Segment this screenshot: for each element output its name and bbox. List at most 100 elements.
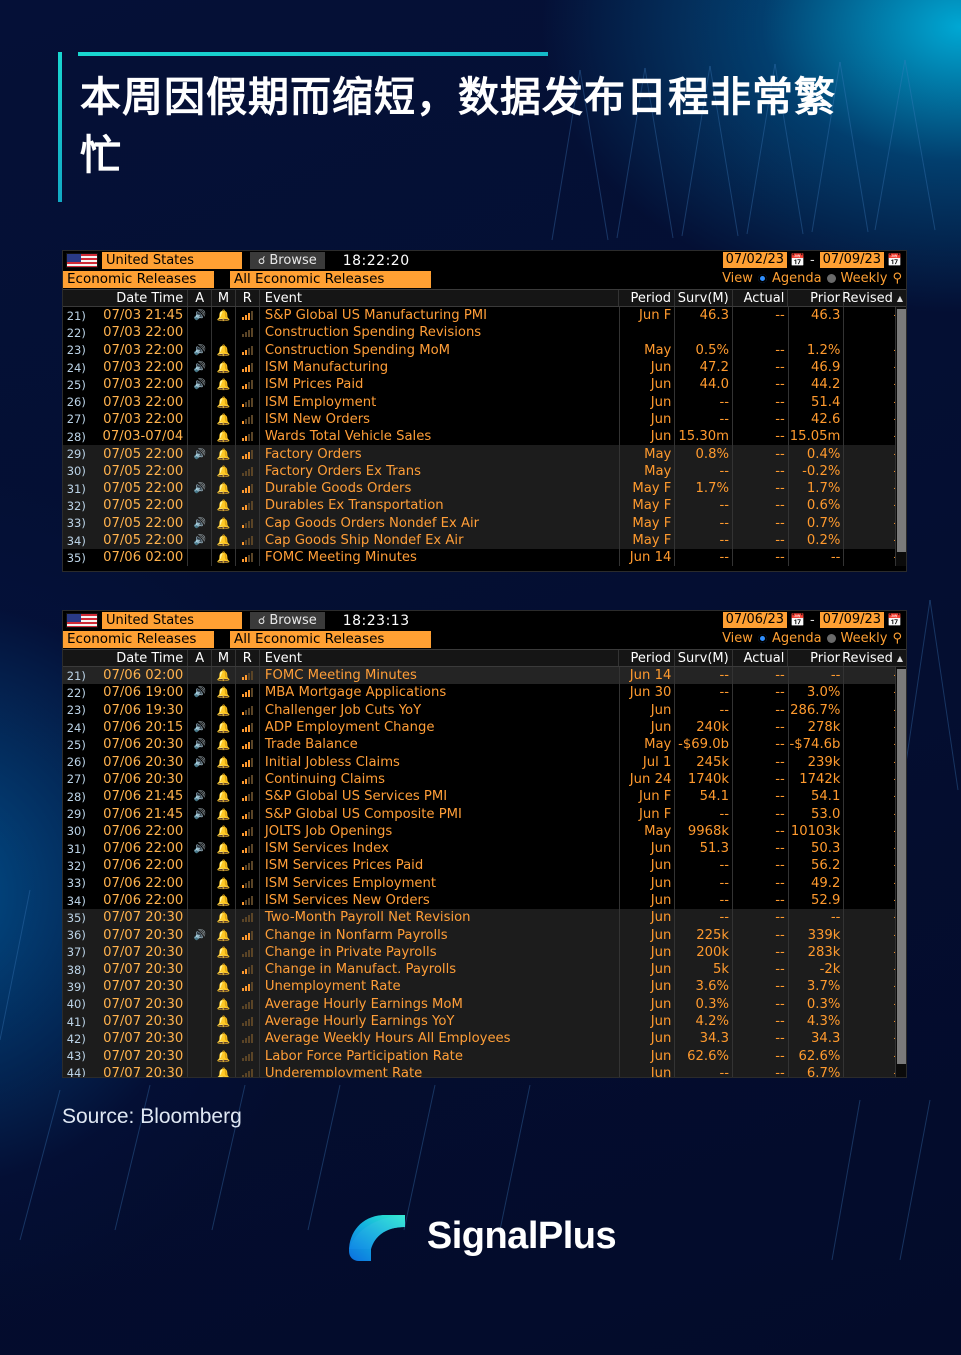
browse-button-2[interactable]: ☌ Browse <box>250 612 325 629</box>
col-header-prior-2[interactable]: Prior <box>788 650 844 666</box>
row-monitor-cell[interactable]: 🔔 <box>212 341 236 359</box>
date-to-field-2[interactable]: 07/09/23 <box>819 612 885 628</box>
row-alert-cell[interactable] <box>188 874 213 892</box>
table-row[interactable]: 28) 07/06 21:45 🔊 🔔 S&P Global US Services P… <box>63 788 906 806</box>
col-header-actual[interactable]: Actual <box>733 290 789 306</box>
bell-icon[interactable]: 🔔 <box>217 482 231 495</box>
row-event[interactable]: Average Hourly Earnings MoM <box>260 995 620 1013</box>
releases-type-select-2[interactable]: Economic Releases ▼ <box>63 631 226 650</box>
row-alert-cell[interactable]: 🔊 <box>188 479 213 498</box>
date-from-field[interactable]: 07/02/23 <box>722 252 787 268</box>
row-event[interactable]: Trade Balance <box>260 736 620 754</box>
speaker-icon[interactable]: 🔊 <box>193 809 205 820</box>
row-alert-cell[interactable]: 🔊 <box>188 376 213 394</box>
row-event[interactable]: MBA Mortgage Applications <box>260 684 620 702</box>
chevron-down-icon-2[interactable]: ▼ <box>431 271 443 290</box>
table-row[interactable]: 29) 07/06 21:45 🔊 🔔 S&P Global US Composite … <box>63 805 906 823</box>
bell-icon[interactable]: 🔔 <box>217 499 231 512</box>
bell-icon[interactable]: 🔔 <box>217 378 231 391</box>
view-agenda-label[interactable]: Agenda <box>772 271 822 286</box>
col-header-event[interactable]: Event <box>260 290 620 306</box>
bell-icon[interactable]: 🔔 <box>217 534 231 547</box>
row-monitor-cell[interactable]: 🔔 <box>212 753 236 771</box>
releases-scope-select-2[interactable]: All Economic Releases ▼ <box>230 631 443 650</box>
row-event[interactable]: Change in Private Payrolls <box>260 943 620 962</box>
row-monitor-cell[interactable]: 🔔 <box>212 874 236 892</box>
col-header-prior[interactable]: Prior <box>788 290 844 306</box>
row-monitor-cell[interactable]: 🔔 <box>212 978 236 996</box>
row-event[interactable]: S&P Global US Composite PMI <box>260 805 620 823</box>
speaker-icon[interactable]: 🔊 <box>193 518 205 529</box>
sort-arrow-icon[interactable]: ▲ <box>897 654 903 663</box>
speaker-icon[interactable]: 🔊 <box>193 362 205 373</box>
speaker-icon[interactable]: 🔊 <box>193 449 205 460</box>
col-header-event-2[interactable]: Event <box>260 650 620 666</box>
table-row[interactable]: 32) 07/06 22:00 🔔 ISM Services Prices Paid J… <box>63 857 906 875</box>
col-header-datetime-2[interactable]: Date Time <box>89 650 189 666</box>
panel2-table-body[interactable]: 21) 07/06 02:00 🔔 FOMC Meeting Minutes Jun 1… <box>63 667 906 1077</box>
row-event[interactable]: S&P Global US Manufacturing PMI <box>260 307 620 325</box>
date-to-field[interactable]: 07/09/23 <box>819 252 885 268</box>
bell-icon[interactable]: 🔔 <box>217 894 231 907</box>
row-alert-cell[interactable]: 🔊 <box>188 307 213 325</box>
bell-icon[interactable]: 🔔 <box>217 721 231 734</box>
bell-icon[interactable]: 🔔 <box>217 704 231 717</box>
bell-icon[interactable]: 🔔 <box>217 1015 231 1028</box>
table-row[interactable]: 37) 07/07 20:30 🔔 Change in Private Payroll… <box>63 943 906 962</box>
row-alert-cell[interactable]: 🔊 <box>188 718 213 737</box>
row-event[interactable]: Factory Orders <box>260 445 620 463</box>
table-row[interactable]: 39) 07/07 20:30 🔔 Unemployment Rate Jun 3.6% -… <box>63 978 906 996</box>
calendar-icon-from[interactable]: 📅 <box>790 253 805 267</box>
row-alert-cell[interactable] <box>188 462 213 480</box>
radio-weekly-2[interactable] <box>826 634 836 643</box>
row-alert-cell[interactable] <box>188 1012 213 1031</box>
row-monitor-cell[interactable]: 🔔 <box>212 718 236 737</box>
bell-icon[interactable]: 🔔 <box>217 344 231 357</box>
table-row[interactable]: 25) 07/03 22:00 🔊 🔔 ISM Prices Paid Jun 44.0 --… <box>63 376 906 394</box>
row-alert-cell[interactable] <box>188 497 213 515</box>
bell-icon[interactable]: 🔔 <box>217 911 231 924</box>
bell-icon[interactable]: 🔔 <box>217 998 231 1011</box>
table-row[interactable]: 33) 07/05 22:00 🔊 🔔 Cap Goods Orders Nondef … <box>63 514 906 532</box>
speaker-icon[interactable]: 🔊 <box>193 722 205 733</box>
row-event[interactable]: JOLTS Job Openings <box>260 822 620 840</box>
col-header-a-2[interactable]: A <box>188 650 213 666</box>
speaker-icon[interactable]: 🔊 <box>193 345 205 356</box>
bell-icon[interactable]: 🔔 <box>217 448 231 461</box>
table-row[interactable]: 40) 07/07 20:30 🔔 Average Hourly Earnings M… <box>63 995 906 1013</box>
view-mode-group-2[interactable]: View Agenda Weekly ⚲ <box>722 631 902 646</box>
bell-icon[interactable]: 🔔 <box>217 669 231 682</box>
row-event[interactable]: Cap Goods Ship Nondef Ex Air <box>260 531 620 550</box>
row-monitor-cell[interactable]: 🔔 <box>212 822 236 840</box>
country-field[interactable]: United States <box>102 252 242 269</box>
row-alert-cell[interactable] <box>188 909 213 927</box>
row-monitor-cell[interactable]: 🔔 <box>212 857 236 875</box>
speaker-icon[interactable]: 🔊 <box>193 310 205 321</box>
table-row[interactable]: 36) 07/07 20:30 🔊 🔔 Change in Nonfarm Payrol… <box>63 926 906 944</box>
row-monitor-cell[interactable]: 🔔 <box>212 926 236 944</box>
row-monitor-cell[interactable]: 🔔 <box>212 1047 236 1065</box>
table-row[interactable]: 38) 07/07 20:30 🔔 Change in Manufact. Payro… <box>63 961 906 979</box>
row-alert-cell[interactable]: 🔊 <box>188 805 213 823</box>
bell-icon[interactable]: 🔔 <box>217 963 231 976</box>
row-alert-cell[interactable] <box>188 324 213 342</box>
col-header-r[interactable]: R <box>236 290 260 306</box>
col-header-m[interactable]: M <box>212 290 236 306</box>
row-monitor-cell[interactable]: 🔔 <box>212 376 236 394</box>
table-row[interactable]: 24) 07/03 22:00 🔊 🔔 ISM Manufacturing Jun 47.2… <box>63 358 906 377</box>
table-row[interactable]: 24) 07/06 20:15 🔊 🔔 ADP Employment Change Jun… <box>63 718 906 737</box>
row-monitor-cell[interactable]: 🔔 <box>212 393 236 411</box>
col-header-r-2[interactable]: R <box>236 650 260 666</box>
releases-type-select[interactable]: Economic Releases ▼ <box>63 271 226 290</box>
row-monitor-cell[interactable]: 🔔 <box>212 531 236 550</box>
calendar-icon-to[interactable]: 📅 <box>887 253 902 267</box>
table-row[interactable]: 35) 07/06 02:00 🔔 FOMC Meeting Minutes Jun 1… <box>63 549 906 567</box>
row-alert-cell[interactable] <box>188 995 213 1013</box>
table-row[interactable]: 23) 07/03 22:00 🔊 🔔 Construction Spending Mo… <box>63 341 906 359</box>
scrollbar-thumb[interactable] <box>897 309 906 553</box>
vertical-scrollbar[interactable] <box>895 667 906 1077</box>
row-alert-cell[interactable]: 🔊 <box>188 926 213 944</box>
date-range-controls[interactable]: 07/02/23 📅 - 07/09/23 📅 <box>722 252 902 268</box>
row-alert-cell[interactable] <box>188 978 213 996</box>
row-alert-cell[interactable]: 🔊 <box>188 531 213 550</box>
